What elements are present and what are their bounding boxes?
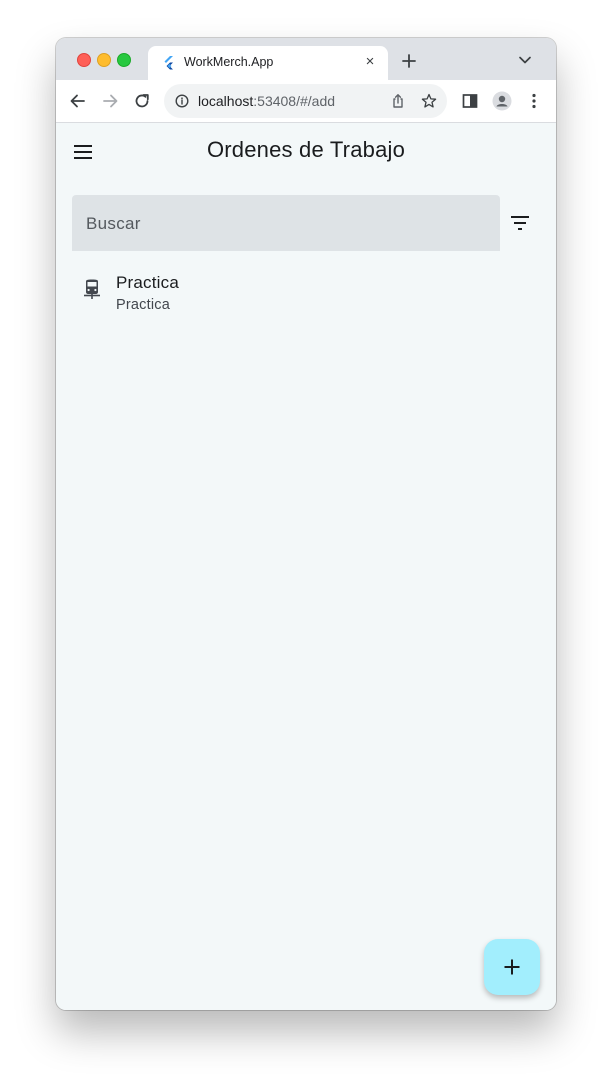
minimize-window-button[interactable] xyxy=(97,53,111,67)
reload-icon[interactable] xyxy=(132,91,152,111)
browser-window: WorkMerch.App × localhost:53408/#/add Or… xyxy=(56,38,556,1010)
flutter-logo-icon xyxy=(164,56,173,70)
side-panel-icon[interactable] xyxy=(460,91,480,111)
plus-icon xyxy=(504,959,520,975)
share-icon[interactable] xyxy=(390,93,406,109)
browser-toolbar: localhost:53408/#/add xyxy=(56,80,556,123)
url-path: :53408/#/add xyxy=(253,93,336,109)
url-text[interactable]: localhost:53408/#/add xyxy=(198,93,335,109)
train-icon xyxy=(84,279,100,299)
profile-avatar-icon[interactable] xyxy=(492,91,512,111)
chevron-down-icon[interactable] xyxy=(518,55,532,65)
search-input[interactable] xyxy=(84,195,488,253)
new-tab-button[interactable] xyxy=(400,52,418,70)
tab-title: WorkMerch.App xyxy=(184,55,274,69)
filter-list-icon[interactable] xyxy=(508,211,532,235)
page-title: Ordenes de Trabajo xyxy=(206,137,406,162)
list-item-subtitle: Practica xyxy=(116,297,170,313)
tab-close-button[interactable]: × xyxy=(362,54,378,70)
list-item[interactable]: Practica Practica xyxy=(72,263,540,321)
browser-tab[interactable]: WorkMerch.App × xyxy=(148,46,388,80)
more-vert-icon[interactable] xyxy=(524,91,544,111)
arrow-left-icon[interactable] xyxy=(68,91,88,111)
app-content: Ordenes de Trabajo Practica Practica xyxy=(56,123,556,1010)
info-icon[interactable] xyxy=(175,94,189,108)
arrow-right-icon[interactable] xyxy=(100,91,120,111)
maximize-window-button[interactable] xyxy=(117,53,131,67)
star-icon[interactable] xyxy=(421,93,437,109)
url-host: localhost xyxy=(198,93,254,109)
list-item-title: Practica xyxy=(116,273,180,292)
add-button[interactable] xyxy=(484,939,540,995)
tab-strip: WorkMerch.App × xyxy=(56,38,556,80)
address-bar[interactable]: localhost:53408/#/add xyxy=(164,84,447,118)
search-field[interactable] xyxy=(72,195,500,253)
close-window-button[interactable] xyxy=(77,53,91,67)
